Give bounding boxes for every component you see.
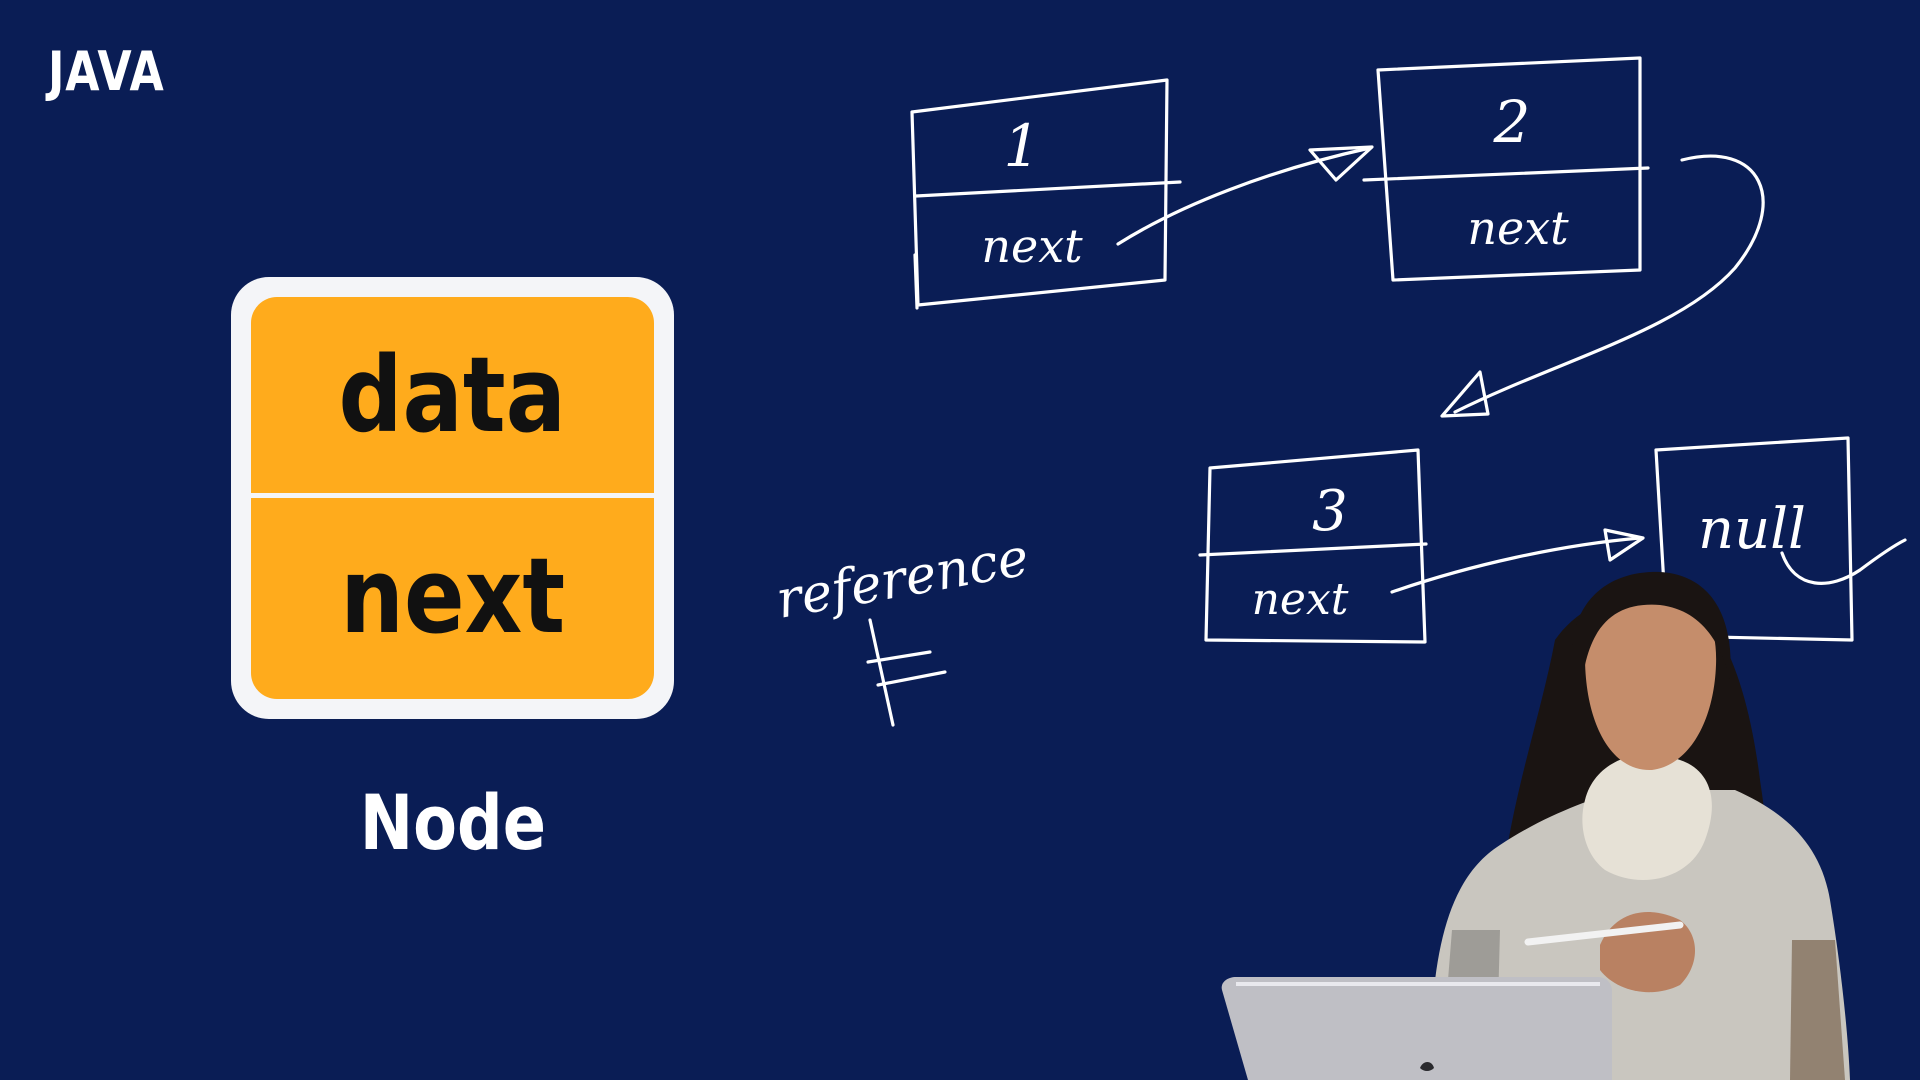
whiteboard-sketch: 1 next 2 next 3 next null reference: [772, 56, 1907, 727]
arrow-node3-to-null: [1390, 528, 1645, 594]
sketch-null-box: null: [1654, 436, 1907, 642]
sketch-node-1-value: 1: [1004, 112, 1041, 180]
sketch-node-2-pointer: next: [1467, 201, 1569, 255]
sketch-node-3: 3 next: [1198, 448, 1428, 644]
reference-label: reference: [772, 527, 1033, 630]
arrow-node1-to-node2: [1116, 145, 1374, 246]
sketch-node-2-value: 2: [1493, 88, 1531, 156]
reference-annotation: reference: [772, 527, 1033, 727]
sketch-null-label: null: [1698, 497, 1806, 562]
sketch-node-3-pointer: next: [1252, 574, 1349, 625]
sketch-node-3-value: 3: [1312, 479, 1348, 544]
sketch-node-1: 1 next: [910, 78, 1182, 310]
sketch-node-1-pointer: next: [981, 219, 1083, 273]
arrow-node2-to-node3: [1440, 154, 1765, 418]
sketch-node-2: 2 next: [1362, 56, 1650, 282]
